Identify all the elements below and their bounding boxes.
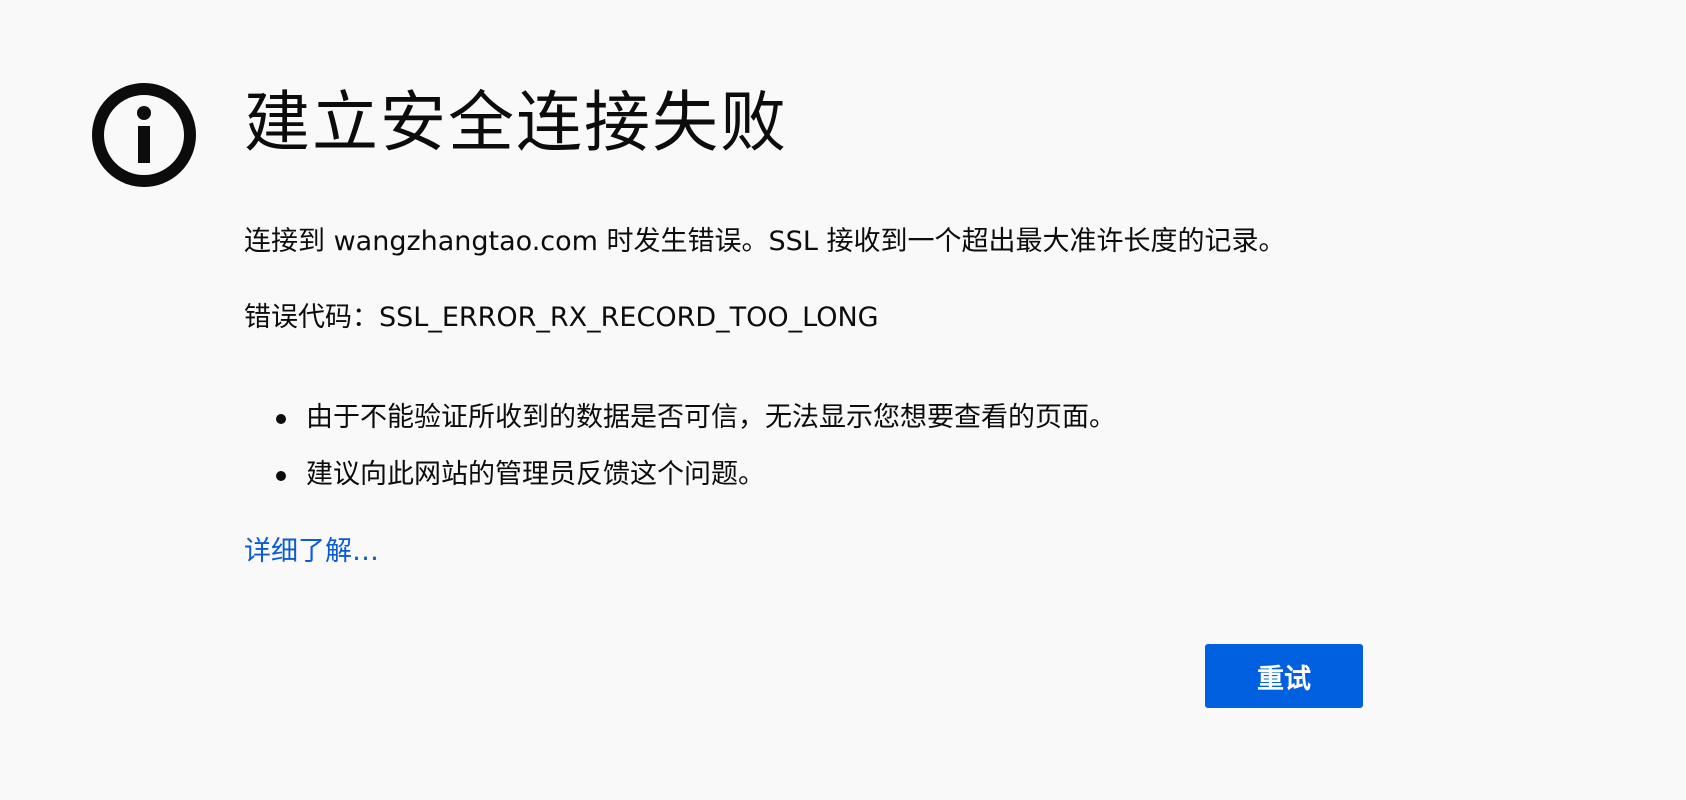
list-item: 建议向此网站的管理员反馈这个问题。: [244, 455, 1116, 512]
page-title: 建立安全连接失败: [244, 84, 788, 161]
hint-text: 建议向此网站的管理员反馈这个问题。: [306, 459, 765, 490]
hint-list: 由于不能验证所收到的数据是否可信，无法显示您想要查看的页面。 建议向此网站的管理…: [244, 398, 1116, 512]
info-icon-graphic: [92, 83, 196, 187]
hint-text: 由于不能验证所收到的数据是否可信，无法显示您想要查看的页面。: [306, 402, 1116, 433]
bullet-icon: [276, 471, 286, 481]
info-icon: [91, 82, 197, 188]
retry-button[interactable]: 重试: [1205, 644, 1363, 708]
error-description: 连接到 wangzhangtao.com 时发生错误。SSL 接收到一个超出最大…: [244, 226, 1286, 257]
list-item: 由于不能验证所收到的数据是否可信，无法显示您想要查看的页面。: [244, 398, 1116, 455]
learn-more-link[interactable]: 详细了解…: [244, 532, 379, 572]
bullet-icon: [276, 414, 286, 424]
error-code: 错误代码：SSL_ERROR_RX_RECORD_TOO_LONG: [244, 302, 879, 333]
